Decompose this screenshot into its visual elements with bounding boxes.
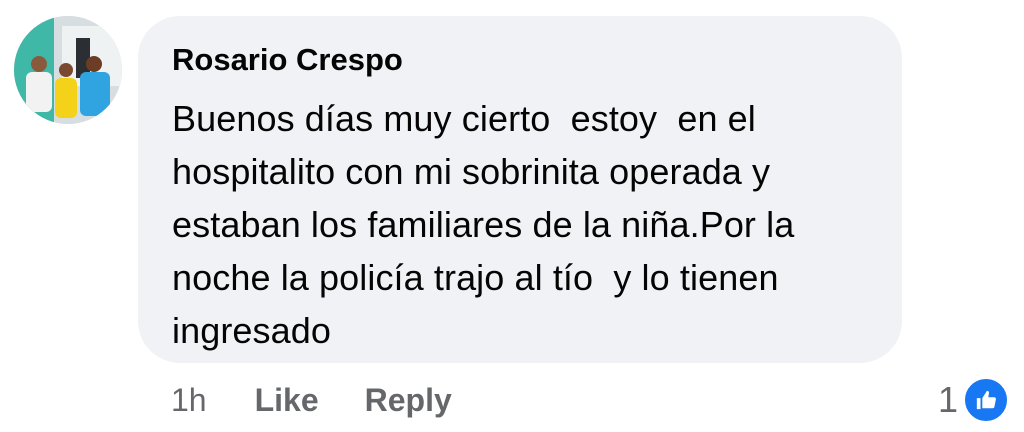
avatar-photo [14,16,122,124]
comment-text: Buenos días muy cierto estoy en el hospi… [172,98,795,351]
comment: Rosario Crespo Buenos días muy cierto es… [0,0,1024,432]
like-thumb-icon [962,376,1010,424]
comment-author[interactable]: Rosario Crespo [172,40,872,80]
reply-button[interactable]: Reply [365,382,452,419]
comment-timestamp[interactable]: 1h [171,382,207,419]
comment-bubble: Rosario Crespo Buenos días muy cierto es… [138,16,902,363]
avatar[interactable] [14,16,122,124]
comment-actions: 1h Like Reply [171,378,452,422]
reaction-count: 1 [937,379,958,420]
like-button[interactable]: Like [255,382,319,419]
reaction-summary[interactable]: 1 [938,376,1010,424]
